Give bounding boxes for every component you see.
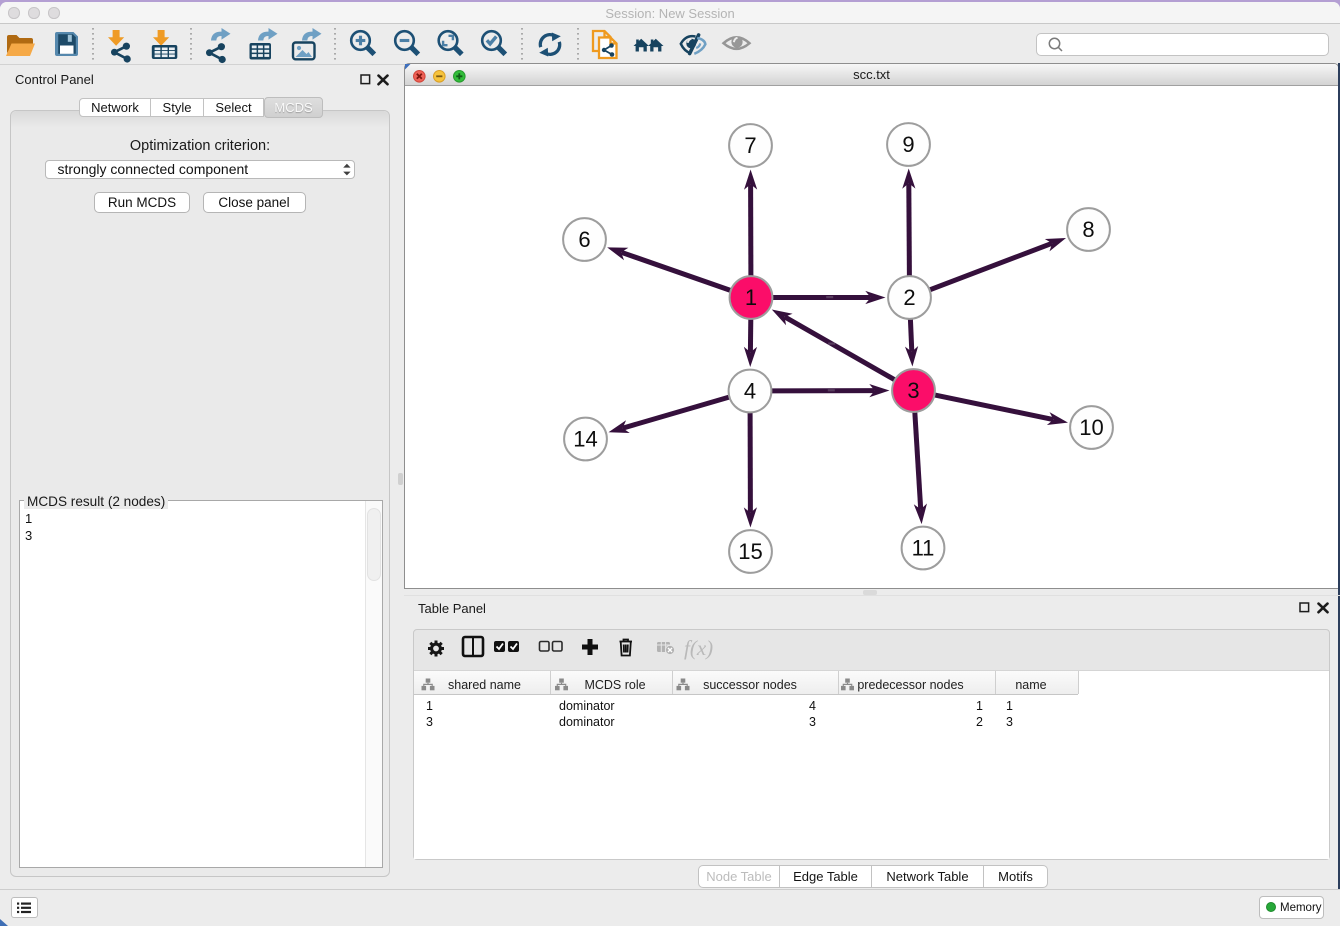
svg-text:f(x): f(x) [684, 636, 713, 660]
svg-text:1: 1 [745, 285, 757, 310]
svg-text:9: 9 [902, 132, 914, 157]
svg-text:4: 4 [744, 379, 756, 404]
svg-text:15: 15 [738, 539, 762, 564]
svg-text:10: 10 [1079, 415, 1103, 440]
svg-text:14: 14 [573, 427, 597, 452]
svg-text:11: 11 [912, 536, 935, 561]
svg-text:2: 2 [903, 285, 915, 310]
svg-text:7: 7 [744, 133, 756, 158]
svg-text:8: 8 [1082, 217, 1094, 242]
svg-text:3: 3 [907, 378, 919, 403]
svg-text:6: 6 [578, 227, 590, 252]
